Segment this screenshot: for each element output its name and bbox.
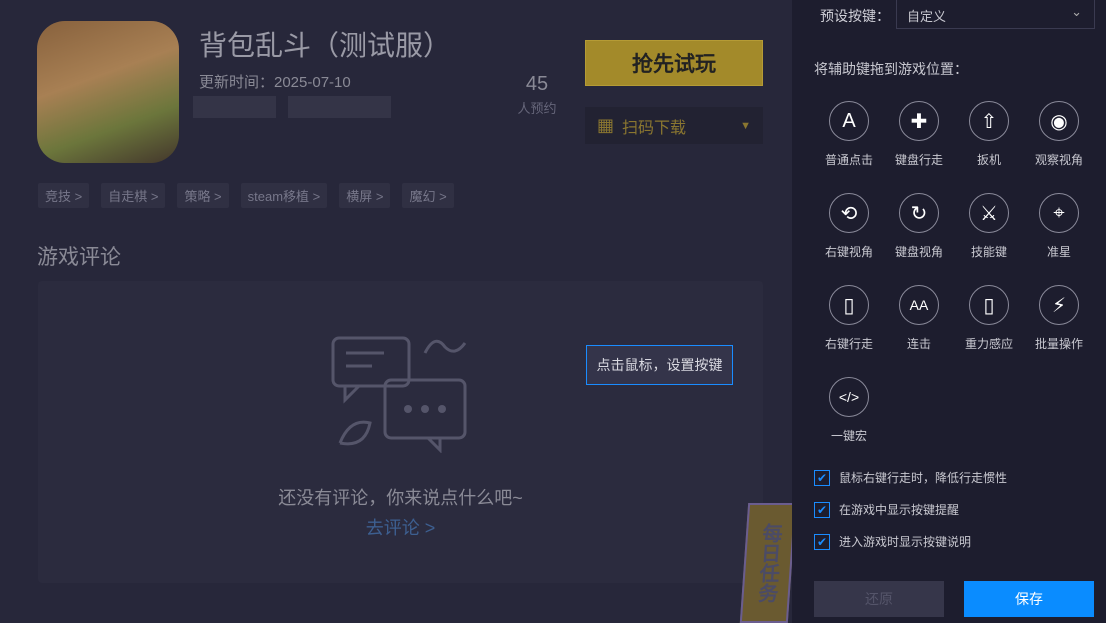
crossed-swords-icon[interactable]: ⚔: [969, 193, 1009, 233]
key-item[interactable]: ⟲ 右键视角: [814, 193, 884, 273]
bullet-icon[interactable]: ⇧: [969, 101, 1009, 141]
game-title: 背包乱斗（测试服）: [199, 30, 452, 61]
key-label: 一键宏: [830, 429, 867, 443]
key-item[interactable]: </> 一键宏: [814, 377, 884, 457]
key-label: 键盘行走: [894, 153, 943, 167]
rotate-axis-icon[interactable]: ↻: [899, 193, 939, 233]
game-cover-image: [37, 21, 179, 163]
key-label: 观察视角: [1034, 153, 1083, 167]
key-item[interactable]: ⚡ 批量操作: [1024, 285, 1094, 365]
option-label: 鼠标右键行走时，降低行走惯性: [839, 471, 1008, 485]
key-item[interactable]: A 普通点击: [814, 101, 884, 181]
checkbox-checked-icon[interactable]: ✔: [814, 501, 830, 518]
script-scroll-icon[interactable]: </>: [829, 377, 869, 417]
key-label: 扳机: [976, 153, 1001, 167]
key-item[interactable]: ✚ 键盘行走: [884, 101, 954, 181]
checkbox-checked-icon[interactable]: ✔: [814, 469, 830, 486]
letter-a-icon[interactable]: A: [829, 101, 869, 141]
reserve-count: 45: [525, 73, 549, 95]
double-a-icon[interactable]: AA: [899, 285, 939, 325]
game-detail-page: 背包乱斗（测试服） 更新时间：2025-07-10 45 人预约 抢先试玩 ▦ …: [0, 0, 797, 623]
caret-down-icon: ▼: [740, 119, 751, 132]
key-label: 准星: [1046, 245, 1071, 259]
crosshair-icon[interactable]: ⌖: [1039, 193, 1079, 233]
option-label: 在游戏中显示按键提醒: [839, 503, 960, 517]
tag[interactable]: 竞技 >: [38, 183, 90, 208]
key-label: 连击: [906, 337, 931, 351]
key-item[interactable]: ▯ 右键行走: [814, 285, 884, 365]
key-label: 右键行走: [824, 337, 873, 351]
key-mapping-panel: 预设按键： 自定义 ⌄ 将辅助键拖到游戏位置： A 普通点击 ✚ 键盘行走 ⇧ 扳机 ◉ 观察…: [792, 0, 1106, 623]
save-button[interactable]: 保存: [964, 581, 1094, 617]
empty-comments-text: 还没有评论，你来说点什么吧~: [278, 488, 523, 508]
tag[interactable]: 策略 >: [177, 183, 229, 208]
option-label: 进入游戏时显示按键说明: [839, 535, 972, 549]
key-item[interactable]: ▯ 重力感应: [954, 285, 1024, 365]
key-label: 重力感应: [964, 337, 1013, 351]
tag-list: 竞技 > 自走棋 > 策略 > steam移植 > 横屏 > 魔幻 >: [38, 183, 454, 208]
preset-select[interactable]: 自定义 ⌄: [896, 0, 1095, 29]
reset-button[interactable]: 还原: [814, 581, 944, 617]
qr-code-icon: ▦: [597, 115, 615, 135]
key-label: 键盘视角: [894, 245, 943, 259]
tag[interactable]: steam移植 >: [240, 183, 328, 208]
tag[interactable]: 魔幻 >: [402, 183, 454, 208]
option-show-key-hints[interactable]: ✔ 在游戏中显示按键提醒: [814, 501, 959, 518]
phone-gravity-icon[interactable]: ▯: [969, 285, 1009, 325]
comments-heading: 游戏评论: [37, 246, 121, 269]
option-reduce-inertia[interactable]: ✔ 鼠标右键行走时，降低行走惯性: [814, 469, 1007, 486]
write-comment-link[interactable]: 去评论 >: [38, 514, 763, 540]
checkbox-checked-icon[interactable]: ✔: [814, 533, 830, 550]
key-item[interactable]: ⚔ 技能键: [954, 193, 1024, 273]
tag[interactable]: 自走棋 >: [101, 183, 166, 208]
key-item[interactable]: ◉ 观察视角: [1024, 101, 1094, 181]
set-key-tooltip: 点击鼠标，设置按键: [586, 345, 733, 385]
option-show-key-guide[interactable]: ✔ 进入游戏时显示按键说明: [814, 533, 971, 550]
scan-download-button[interactable]: ▦ 扫码下载 ▼: [585, 107, 763, 144]
empty-comments-icon: [331, 336, 467, 453]
daily-task-badge[interactable]: 每日任务: [739, 503, 797, 623]
reserve-label: 人预约: [517, 101, 557, 116]
key-item[interactable]: AA 连击: [884, 285, 954, 365]
mouse-rotate-icon[interactable]: ⟲: [829, 193, 869, 233]
key-item[interactable]: ↻ 键盘视角: [884, 193, 954, 273]
key-label: 技能键: [970, 245, 1007, 259]
update-time: 更新时间：2025-07-10: [199, 74, 351, 91]
key-item[interactable]: ⇧ 扳机: [954, 101, 1024, 181]
comments-box: 还没有评论，你来说点什么吧~ 去评论 >: [38, 281, 763, 583]
key-label: 普通点击: [824, 153, 873, 167]
dpad-cross-icon[interactable]: ✚: [899, 101, 939, 141]
preset-value: 自定义: [907, 9, 947, 24]
lightning-icon[interactable]: ⚡: [1039, 285, 1079, 325]
chevron-down-icon: ⌄: [1071, 4, 1082, 19]
blurred-info: [288, 96, 391, 118]
eye-icon[interactable]: ◉: [1039, 101, 1079, 141]
key-label: 右键视角: [824, 245, 873, 259]
download-label: 扫码下载: [622, 119, 687, 137]
key-label: 批量操作: [1034, 337, 1083, 351]
blurred-info: [193, 96, 276, 118]
early-play-button[interactable]: 抢先试玩: [585, 40, 763, 86]
key-item[interactable]: ⌖ 准星: [1024, 193, 1094, 273]
key-grid: A 普通点击 ✚ 键盘行走 ⇧ 扳机 ◉ 观察视角 ⟲ 右键视角 ↻ 键盘视角 ⚔ 技能键 ⌖ 准星 ▯ 右键行走…: [814, 101, 1094, 457]
preset-label: 预设按键：: [820, 8, 890, 24]
tag[interactable]: 横屏 >: [339, 183, 391, 208]
mouse-icon[interactable]: ▯: [829, 285, 869, 325]
drag-hint: 将辅助键拖到游戏位置：: [814, 61, 968, 77]
